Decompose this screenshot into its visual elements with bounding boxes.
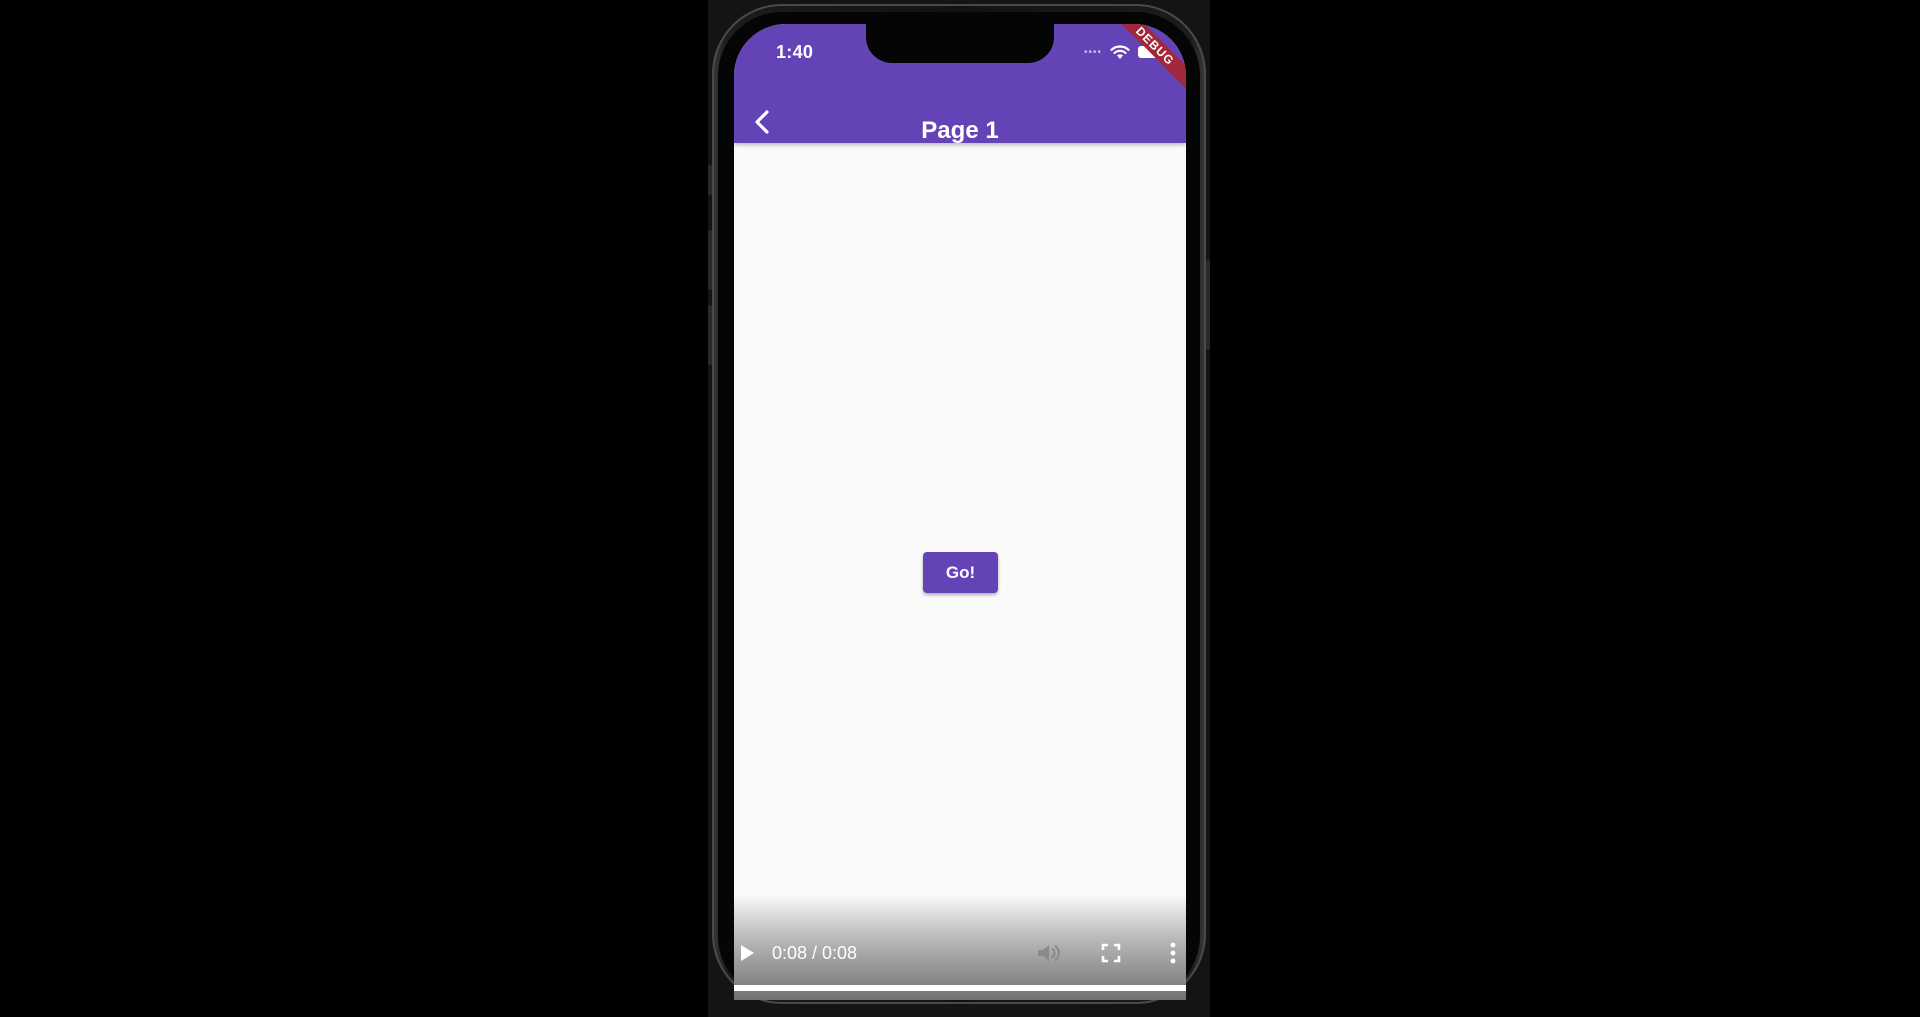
status-time: 1:40 [776, 42, 814, 62]
power-side-button [1206, 260, 1210, 350]
video-progress-bar[interactable] [734, 985, 1186, 991]
go-button[interactable]: Go! [923, 552, 998, 593]
debug-banner: DEBUG [1096, 24, 1186, 105]
play-button[interactable] [736, 942, 758, 964]
volume-up-side-button [708, 230, 712, 290]
video-time-readout: 0:08 / 0:08 [772, 943, 858, 963]
wifi-icon [1110, 45, 1130, 59]
silent-switch [708, 165, 712, 195]
notch [866, 24, 1054, 63]
volume-down-side-button [708, 305, 712, 365]
video-progress-fill [734, 985, 1186, 991]
cellular-signal-icon: •••• [1084, 46, 1103, 58]
more-vertical-icon [1170, 942, 1176, 964]
more-options-button[interactable] [1164, 941, 1182, 965]
fullscreen-button[interactable] [1100, 942, 1122, 964]
fullscreen-icon [1101, 943, 1121, 963]
page-title: Page 1 [921, 117, 999, 144]
app-bar: 1:40 •••• DEBUG Page 1 [734, 24, 1186, 144]
phone-screen: 1:40 •••• DEBUG Page 1 Go! 0:08 / 0:08 [734, 24, 1186, 1000]
volume-button[interactable] [1036, 941, 1062, 965]
volume-icon [1038, 945, 1060, 961]
video-player-stage: 1:40 •••• DEBUG Page 1 Go! 0:08 / 0:08 [0, 0, 1920, 1017]
play-icon [741, 945, 754, 961]
